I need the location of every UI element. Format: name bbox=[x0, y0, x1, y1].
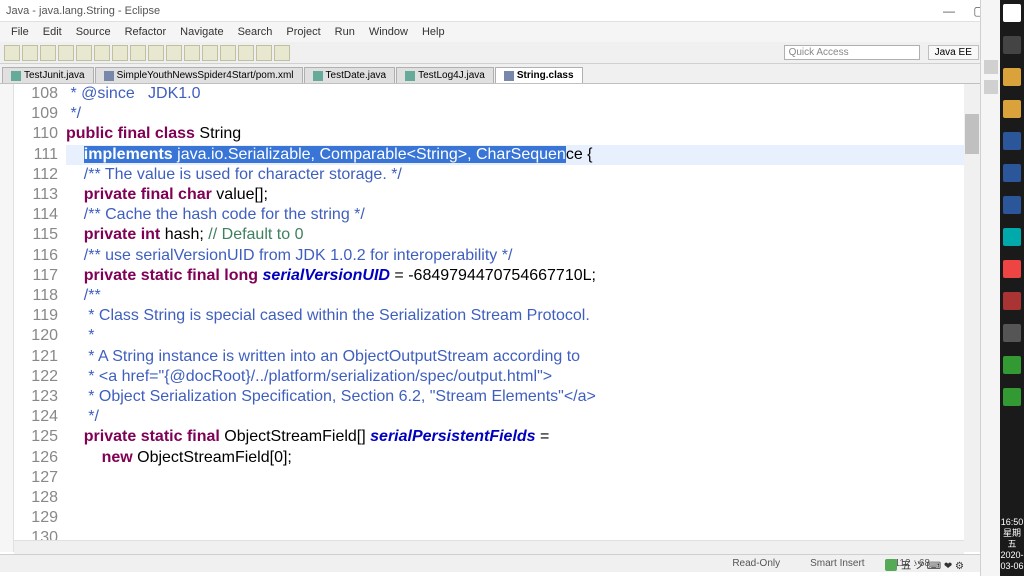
status-bar: Read-Only Smart Insert 112 : 68 bbox=[0, 554, 980, 572]
taskbar-icon[interactable] bbox=[1003, 292, 1021, 310]
file-icon bbox=[313, 71, 323, 81]
menu-window[interactable]: Window bbox=[362, 24, 415, 40]
file-icon bbox=[11, 71, 21, 81]
taskbar-icon[interactable] bbox=[1003, 36, 1021, 54]
system-clock[interactable]: 16:50 星期五 2020-03-06 bbox=[1000, 517, 1024, 576]
toolbar-button[interactable] bbox=[94, 45, 110, 61]
menu-refactor[interactable]: Refactor bbox=[118, 24, 174, 40]
taskbar-windows-icon[interactable] bbox=[1003, 4, 1021, 22]
taskbar-icon[interactable] bbox=[1003, 228, 1021, 246]
view-icon[interactable] bbox=[984, 80, 998, 94]
menu-help[interactable]: Help bbox=[415, 24, 452, 40]
taskbar-icon[interactable] bbox=[1003, 132, 1021, 150]
taskbar-icon[interactable] bbox=[1003, 388, 1021, 406]
ime-indicator[interactable]: 五 ツ ⌨ ❤ ⚙ bbox=[885, 557, 964, 572]
file-icon bbox=[104, 71, 114, 81]
editor-tab[interactable]: TestJunit.java bbox=[2, 67, 94, 83]
code-area[interactable]: * @since JDK1.0 */public final class Str… bbox=[66, 84, 980, 552]
view-icon[interactable] bbox=[984, 60, 998, 74]
toolbar-button[interactable] bbox=[112, 45, 128, 61]
menu-project[interactable]: Project bbox=[279, 24, 327, 40]
toolbar-button[interactable] bbox=[256, 45, 272, 61]
toolbar-button[interactable] bbox=[184, 45, 200, 61]
horizontal-scrollbar[interactable] bbox=[14, 540, 964, 554]
taskbar-icon[interactable] bbox=[1003, 196, 1021, 214]
right-trim-stack bbox=[980, 0, 1000, 576]
status-insert: Smart Insert bbox=[810, 558, 864, 569]
editor-tab[interactable]: String.class bbox=[495, 67, 583, 83]
toolbar-button[interactable] bbox=[202, 45, 218, 61]
toolbar-button[interactable] bbox=[148, 45, 164, 61]
toolbar-button[interactable] bbox=[40, 45, 56, 61]
taskbar-chrome-icon[interactable] bbox=[1003, 260, 1021, 278]
perspective-javaee[interactable]: Java EE bbox=[928, 45, 979, 60]
ime-icon bbox=[885, 559, 897, 571]
toolbar-button[interactable] bbox=[76, 45, 92, 61]
taskbar-icon[interactable] bbox=[1003, 164, 1021, 182]
toolbar-button[interactable] bbox=[220, 45, 236, 61]
scroll-thumb[interactable] bbox=[965, 114, 979, 154]
taskbar-icon[interactable] bbox=[1003, 324, 1021, 342]
windows-taskbar: 16:50 星期五 2020-03-06 bbox=[1000, 0, 1024, 576]
toolbar: Quick Access Java EE Java bbox=[0, 42, 1024, 64]
menu-run[interactable]: Run bbox=[328, 24, 362, 40]
line-number-gutter: 1081091101111121131141151161171181191201… bbox=[14, 84, 66, 552]
menu-edit[interactable]: Edit bbox=[36, 24, 69, 40]
toolbar-button[interactable] bbox=[4, 45, 20, 61]
menu-navigate[interactable]: Navigate bbox=[173, 24, 230, 40]
status-readonly: Read-Only bbox=[732, 558, 780, 569]
menu-source[interactable]: Source bbox=[69, 24, 118, 40]
taskbar-icon[interactable] bbox=[1003, 356, 1021, 374]
title-bar: Java - java.lang.String - Eclipse — ▢ ✕ bbox=[0, 0, 1024, 22]
file-icon bbox=[504, 71, 514, 81]
file-icon bbox=[405, 71, 415, 81]
toolbar-button[interactable] bbox=[238, 45, 254, 61]
minimize-button[interactable]: — bbox=[934, 0, 964, 22]
menu-search[interactable]: Search bbox=[231, 24, 280, 40]
tab-label: String.class bbox=[517, 70, 574, 81]
toolbar-button[interactable] bbox=[130, 45, 146, 61]
menu-bar: FileEditSourceRefactorNavigateSearchProj… bbox=[0, 22, 1024, 42]
quick-access-input[interactable]: Quick Access bbox=[784, 45, 920, 60]
vertical-ruler bbox=[0, 84, 14, 552]
toolbar-button[interactable] bbox=[58, 45, 74, 61]
tab-label: TestLog4J.java bbox=[418, 70, 485, 81]
tab-label: SimpleYouthNewsSpider4Start/pom.xml bbox=[117, 70, 294, 81]
taskbar-icon[interactable] bbox=[1003, 68, 1021, 86]
editor-tab[interactable]: SimpleYouthNewsSpider4Start/pom.xml bbox=[95, 67, 303, 83]
vertical-scrollbar[interactable] bbox=[964, 84, 980, 552]
taskbar-icon[interactable] bbox=[1003, 100, 1021, 118]
toolbar-button[interactable] bbox=[166, 45, 182, 61]
app-title: Java - java.lang.String - Eclipse bbox=[6, 5, 160, 17]
editor-tab[interactable]: TestDate.java bbox=[304, 67, 396, 83]
code-editor[interactable]: 1081091101111121131141151161171181191201… bbox=[0, 84, 980, 552]
menu-file[interactable]: File bbox=[4, 24, 36, 40]
editor-tab[interactable]: TestLog4J.java bbox=[396, 67, 494, 83]
editor-tabs: TestJunit.java SimpleYouthNewsSpider4Star… bbox=[0, 64, 1024, 84]
tab-label: TestDate.java bbox=[326, 70, 387, 81]
toolbar-button[interactable] bbox=[22, 45, 38, 61]
toolbar-button[interactable] bbox=[274, 45, 290, 61]
tab-label: TestJunit.java bbox=[24, 70, 85, 81]
